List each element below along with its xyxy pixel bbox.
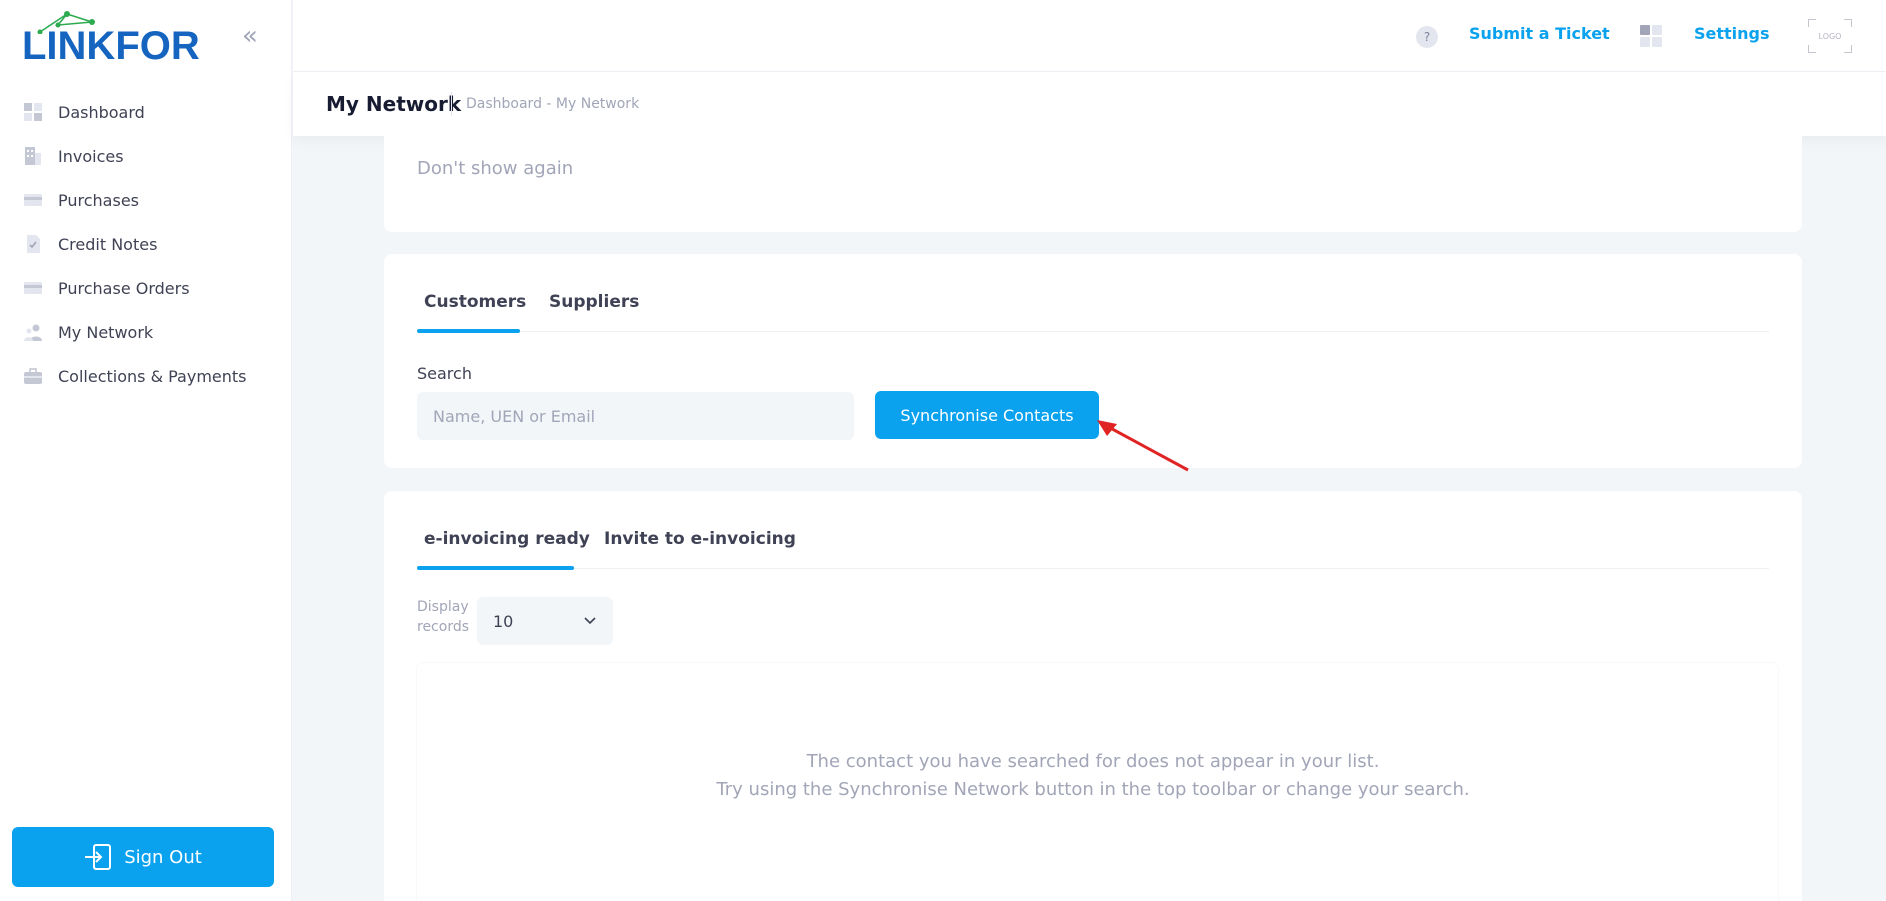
tab-invite-to-e-invoicing[interactable]: Invite to e-invoicing [604,529,796,549]
document-check-icon [24,235,42,253]
card-icon [24,191,42,209]
submit-ticket-link[interactable]: Submit a Ticket [1469,24,1610,43]
sidebar: LINKFOR « Dashboard Invoices Purchases C [0,0,292,901]
sidebar-item-label: Dashboard [58,102,145,122]
dashboard-icon [24,103,42,121]
sidebar-item-credit-notes[interactable]: Credit Notes [0,222,292,266]
sidebar-item-label: My Network [58,322,154,342]
company-logo-placeholder[interactable]: LOGO [1808,19,1852,53]
empty-state-line: Try using the Synchronise Network button… [716,779,1470,800]
sidebar-nav: Dashboard Invoices Purchases Credit Note… [0,90,292,398]
sign-out-label: Sign Out [124,846,202,868]
tab-customers[interactable]: Customers [424,292,526,312]
tab-label: Invite to e-invoicing [604,529,796,549]
search-label: Search [417,364,472,383]
records-per-page-value: 10 [493,611,514,631]
tab-label: Suppliers [549,292,640,312]
brand-name: LINKFOR [22,24,200,68]
list-tabs: e-invoicing ready Invite to e-invoicing [417,491,1769,570]
sidebar-item-label: Collections & Payments [58,366,247,386]
top-header: ? Submit a Ticket Settings LOGO [293,0,1886,72]
sidebar-item-collections-payments[interactable]: Collections & Payments [0,354,292,398]
page-subheader: My Network Dashboard - My Network [293,72,1886,136]
collapse-sidebar-icon[interactable]: « [236,22,264,50]
synchronise-contacts-button[interactable]: Synchronise Contacts [875,391,1099,439]
help-icon[interactable]: ? [1416,26,1438,48]
empty-state-message: The contact you have searched for does n… [384,748,1802,804]
display-label-line: records [417,619,470,635]
sidebar-item-label: Credit Notes [58,234,158,254]
tab-e-invoicing-ready[interactable]: e-invoicing ready [424,529,590,549]
breadcrumb: Dashboard - My Network [466,96,640,112]
sidebar-item-label: Invoices [58,146,124,166]
sidebar-item-label: Purchases [58,190,139,210]
network-list-card: e-invoicing ready Invite to e-invoicing … [384,491,1802,901]
tab-label: Customers [424,292,527,312]
briefcase-icon [24,367,42,385]
logo-placeholder-text: LOGO [1818,31,1842,41]
empty-state-line: The contact you have searched for does n… [806,751,1380,772]
page-title: My Network [326,92,462,116]
sidebar-item-dashboard[interactable]: Dashboard [0,90,292,134]
invoice-icon [24,147,42,165]
breadcrumb-divider [451,92,452,116]
sidebar-item-label: Purchase Orders [58,278,190,298]
tab-label: e-invoicing ready [424,529,590,549]
annotation-arrow-icon [1097,420,1189,472]
tab-suppliers[interactable]: Suppliers [549,292,639,312]
card-icon [24,279,42,297]
brand-logo[interactable]: LINKFOR [22,8,200,68]
notice-card: Don't show again [384,136,1802,232]
sidebar-item-invoices[interactable]: Invoices [0,134,292,178]
apps-grid-icon[interactable] [1640,25,1662,47]
active-tab-indicator [417,329,520,333]
sidebar-item-my-network[interactable]: My Network [0,310,292,354]
contacts-search-card: Customers Suppliers Search Synchronise C… [384,254,1802,468]
sign-out-icon [84,843,112,871]
sidebar-item-purchase-orders[interactable]: Purchase Orders [0,266,292,310]
users-icon [24,323,42,341]
search-input[interactable] [417,392,854,440]
display-label-line: Display [417,599,469,615]
chevron-down-icon [583,613,597,632]
sign-out-button[interactable]: Sign Out [12,827,274,887]
settings-link[interactable]: Settings [1694,24,1770,43]
active-tab-indicator [417,566,574,570]
records-per-page-select[interactable]: 10 [477,597,613,645]
dont-show-again-link[interactable]: Don't show again [417,158,573,179]
sidebar-item-purchases[interactable]: Purchases [0,178,292,222]
display-records-label: Display records [417,597,469,637]
contacts-tabs: Customers Suppliers [417,254,1769,333]
